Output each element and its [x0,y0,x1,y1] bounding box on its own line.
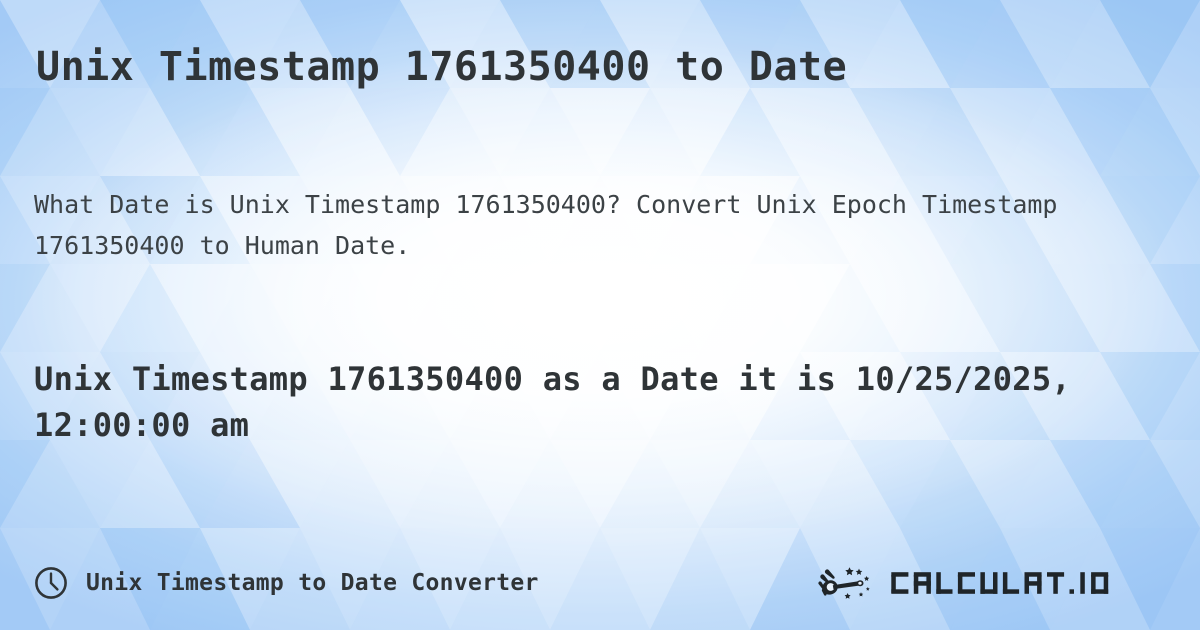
page-title: Unix Timestamp 1761350400 to Date [36,44,848,90]
lead-paragraph: What Date is Unix Timestamp 1761350400? … [34,190,1058,260]
content-layer: Unix Timestamp 1761350400 to Date What D… [0,0,1200,630]
result-heading: Unix Timestamp 1761350400 as a Date it i… [34,360,1071,445]
clock-icon [35,567,67,599]
footer-label: Unix Timestamp to Date Converter [86,570,539,596]
brand-wordmark: CALCULAT.IO [891,572,1109,594]
footer-converter-link[interactable]: Unix Timestamp to Date Converter [34,566,539,600]
footer: Unix Timestamp to Date Converter [0,560,1200,606]
page-root: Unix Timestamp 1761350400 to Date What D… [0,0,1200,630]
hand-wand-icon [818,567,870,599]
brand-logo[interactable]: CALCULAT.IO [816,563,1166,603]
